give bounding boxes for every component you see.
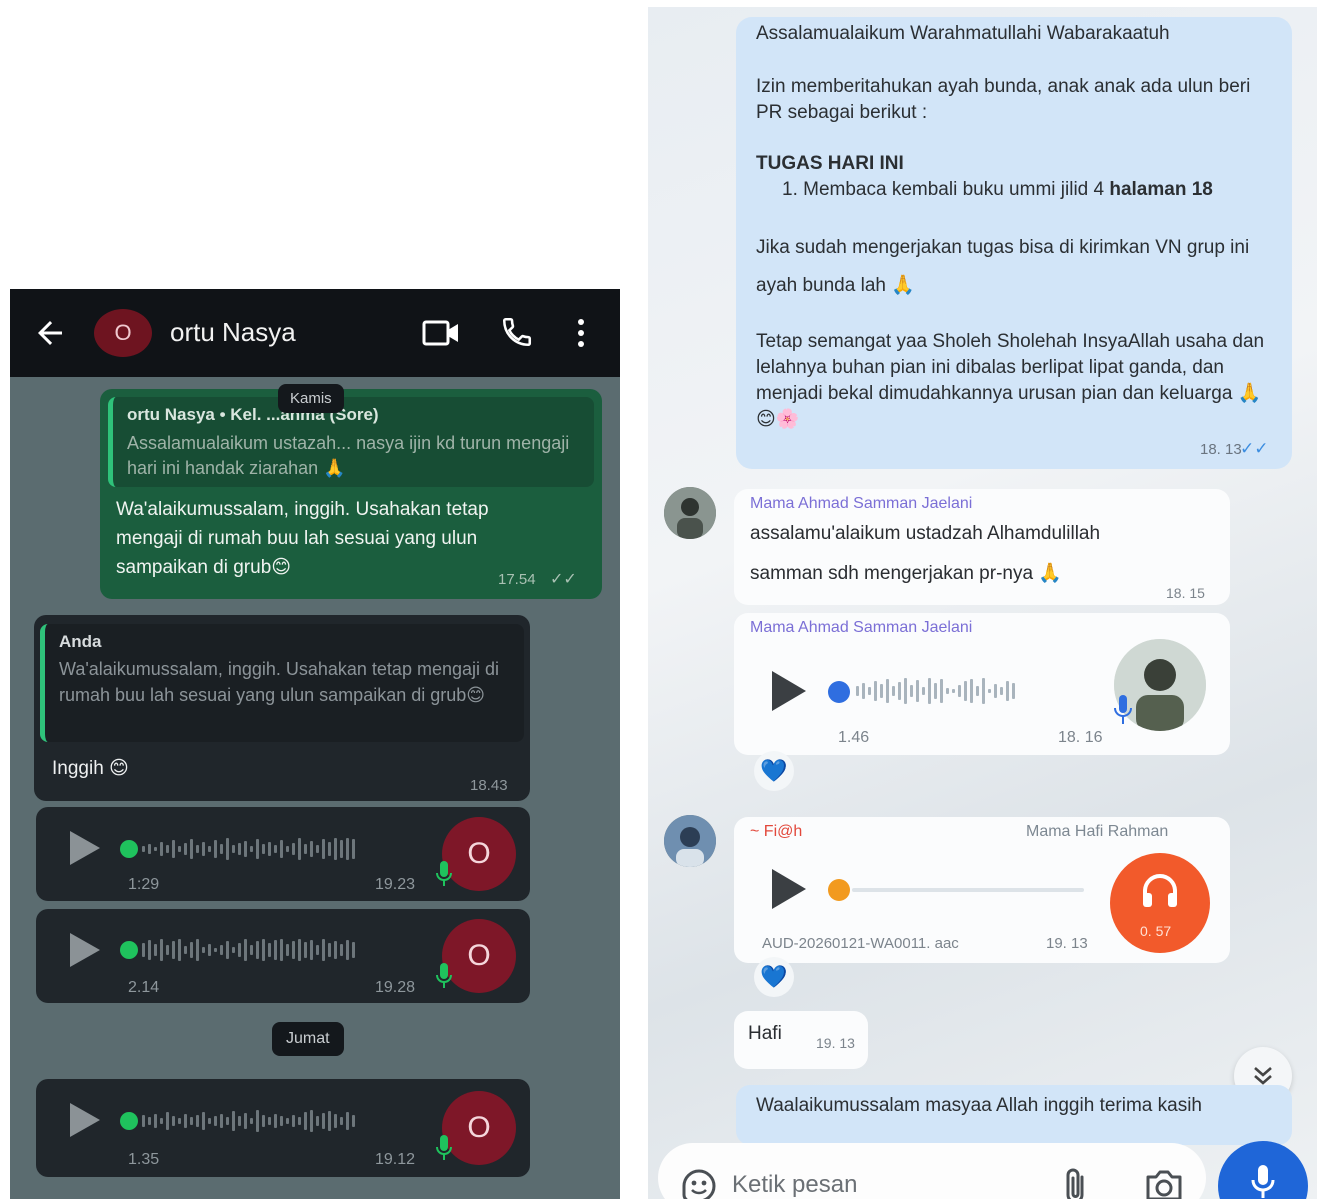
- chat-title[interactable]: ortu Nasya: [170, 317, 296, 348]
- message-time: 19. 13: [1046, 935, 1088, 952]
- quoted-text: Assalamualaikum ustazah... nasya ijin kd…: [127, 433, 570, 478]
- contact-avatar[interactable]: O: [94, 309, 152, 357]
- voice-duration: 1:29: [128, 876, 160, 893]
- play-icon: [70, 831, 100, 865]
- message-text: assalamu'alaikum ustadzah Alhamdulillah: [750, 523, 1101, 544]
- back-arrow-icon[interactable]: [32, 315, 68, 351]
- voice-waveform[interactable]: [142, 1106, 355, 1136]
- voice-waveform[interactable]: [142, 834, 355, 864]
- audio-filename: AUD-20260121-WA0011. aac: [762, 935, 959, 952]
- message-time: 19.28: [375, 979, 416, 996]
- sender-avatar[interactable]: [664, 815, 716, 867]
- sender-avatar[interactable]: [664, 487, 716, 539]
- voice-progress-dot[interactable]: [828, 681, 850, 703]
- mic-icon: [1251, 1165, 1275, 1198]
- message-time: 19.12: [375, 1151, 416, 1168]
- sender-name[interactable]: Mama Ahmad Samman Jaelani: [750, 495, 972, 513]
- message-text: Hafi: [748, 1023, 782, 1044]
- sticker-icon[interactable]: [680, 1167, 718, 1199]
- person-photo-icon: [664, 487, 716, 539]
- audio-progress-track[interactable]: [852, 888, 1084, 892]
- message-text: Waalaikumussalam masyaa Allah inggih ter…: [756, 1095, 1202, 1116]
- message-text: Wa'alaikumussalam, inggih. Usahakan teta…: [116, 499, 489, 578]
- voice-progress-dot[interactable]: [120, 1112, 138, 1130]
- play-button[interactable]: [772, 869, 806, 909]
- mic-icon: [436, 1135, 452, 1160]
- double-check-icon: ✓✓: [550, 571, 577, 588]
- headphones-icon: [1143, 874, 1177, 907]
- voice-progress-dot[interactable]: [120, 840, 138, 858]
- date-chip: Jumat: [272, 1022, 344, 1056]
- sender-name[interactable]: Mama Ahmad Samman Jaelani: [750, 619, 972, 637]
- message-line: Assalamualaikum Warahmatullahi Wabarakaa…: [756, 23, 1170, 44]
- message-time: 18. 13: [1200, 441, 1242, 458]
- attach-icon[interactable]: [1062, 1167, 1090, 1199]
- message-line: Tetap semangat yaa Sholeh Sholehah Insya…: [756, 331, 1265, 430]
- person-photo-icon: [664, 815, 716, 867]
- message-time: 18. 15: [1166, 585, 1205, 601]
- message-text: samman sdh mengerjakan pr-nya 🙏: [750, 563, 1062, 584]
- message-line: Izin memberitahukan ayah bunda, anak ana…: [756, 76, 1251, 123]
- message-time: 19.23: [375, 876, 416, 893]
- voice-waveform[interactable]: [142, 935, 355, 965]
- quoted-text: Wa'alaikumussalam, inggih. Usahakan teta…: [59, 659, 499, 705]
- play-icon: [70, 1103, 100, 1137]
- voice-duration: 1.35: [128, 1151, 160, 1168]
- whatsapp-chat-panel: O ortu Nasya ortu Nasya • Kel. ...ahma (…: [10, 289, 620, 1199]
- voice-progress-dot[interactable]: [120, 941, 138, 959]
- message-heading: TUGAS HARI INI: [756, 153, 904, 174]
- double-check-icon: ✓✓: [1240, 439, 1269, 458]
- message-input-placeholder[interactable]: Ketik pesan: [732, 1171, 857, 1199]
- play-button[interactable]: [70, 1103, 100, 1137]
- message-time: 17.54: [498, 571, 536, 588]
- quoted-message[interactable]: ortu Nasya • Kel. ...ahma (Sore) Assalam…: [108, 397, 594, 487]
- message-line: Jika sudah mengerjakan tugas bisa di kir…: [756, 237, 1250, 296]
- quoted-author: Anda: [59, 632, 102, 651]
- voice-duration: 2.14: [128, 979, 160, 996]
- task-item: 1. Membaca kembali buku ummi jilid 4 hal…: [782, 177, 1302, 203]
- task-item-highlight: halaman 18: [1109, 179, 1213, 200]
- message-time: 18. 16: [1058, 729, 1103, 746]
- mic-icon: [436, 963, 452, 988]
- heart-reaction-icon[interactable]: 💙: [754, 751, 794, 791]
- date-chip: Kamis: [278, 384, 344, 413]
- audio-progress-dot[interactable]: [828, 879, 850, 901]
- play-button[interactable]: [70, 933, 100, 967]
- camera-icon[interactable]: [1144, 1167, 1184, 1199]
- heart-reaction-icon[interactable]: 💙: [754, 957, 794, 997]
- play-button[interactable]: [70, 831, 100, 865]
- sender-name[interactable]: ~ Fi@h: [750, 823, 802, 841]
- quoted-message[interactable]: Anda Wa'alaikumussalam, inggih. Usahakan…: [40, 624, 524, 742]
- group-chat-panel: Assalamualaikum Warahmatullahi Wabarakaa…: [648, 7, 1317, 1199]
- video-call-icon[interactable]: [422, 317, 460, 349]
- voice-waveform[interactable]: [856, 677, 1015, 705]
- mic-icon: [436, 861, 452, 886]
- sender-alias: Mama Hafi Rahman: [1026, 823, 1169, 840]
- task-item-text: 1. Membaca kembali buku ummi jilid 4: [782, 179, 1110, 200]
- mic-icon: [1114, 695, 1132, 724]
- more-options-icon[interactable]: [576, 317, 586, 349]
- voice-duration: 1.46: [838, 729, 870, 746]
- quoted-author: ortu Nasya • Kel. ...ahma (Sore): [127, 405, 379, 424]
- message-time: 18.43: [470, 777, 508, 794]
- play-button[interactable]: [772, 671, 806, 711]
- voice-call-icon[interactable]: [500, 315, 534, 349]
- audio-duration: 0. 57: [1140, 923, 1172, 939]
- record-voice-button[interactable]: [1218, 1141, 1308, 1199]
- message-time: 19. 13: [816, 1035, 855, 1051]
- play-icon: [70, 933, 100, 967]
- audio-file-badge[interactable]: 0. 57: [1110, 853, 1210, 953]
- message-text: Inggih 😊: [52, 758, 129, 779]
- chat-header: O ortu Nasya: [10, 289, 620, 377]
